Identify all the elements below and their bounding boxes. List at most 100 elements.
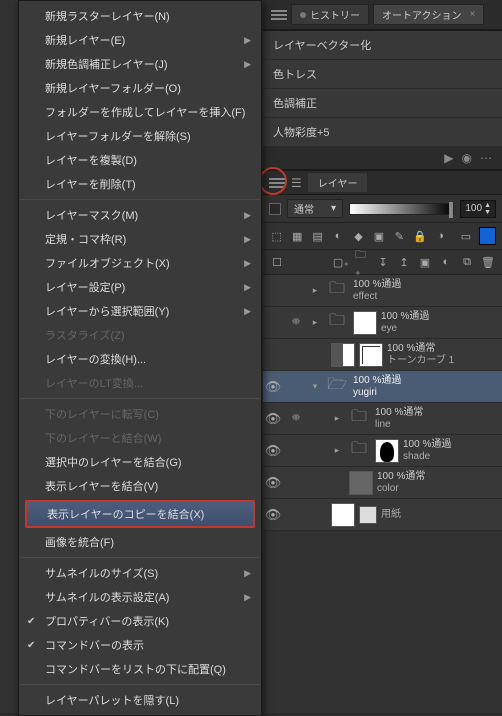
- lighthouse-icon[interactable]: ⛯: [287, 412, 305, 425]
- menu-item[interactable]: 画像を統合(F): [19, 530, 261, 554]
- new-layer-icon[interactable]: ▢₊: [333, 254, 349, 270]
- visibility-icon[interactable]: 👁: [263, 443, 283, 459]
- expand-icon[interactable]: ▸: [309, 285, 321, 296]
- opacity-value[interactable]: 100▲▼: [460, 200, 496, 218]
- tab-autoaction[interactable]: オートアクション×: [373, 4, 484, 25]
- menu-item[interactable]: フォルダーを作成してレイヤーを挿入(F): [19, 100, 261, 124]
- layer-thumb: [353, 311, 377, 335]
- layer-thumb: [331, 503, 355, 527]
- layer-tools-row1: 通常▾ 100▲▼: [263, 195, 502, 223]
- menu-item[interactable]: 新規レイヤー(E)▶: [19, 28, 261, 52]
- submenu-arrow-icon: ▶: [244, 35, 251, 46]
- mask-icon[interactable]: ◐: [330, 228, 345, 244]
- submenu-arrow-icon: ▶: [244, 234, 251, 245]
- tab-layers[interactable]: レイヤー: [308, 173, 368, 192]
- menu-item[interactable]: サムネイルのサイズ(S)▶: [19, 561, 261, 585]
- draft-icon[interactable]: ✎: [392, 228, 407, 244]
- checkbox[interactable]: [269, 203, 281, 215]
- menu-icon[interactable]: [271, 10, 287, 20]
- action-controls: ▶ ◉ ⋯: [263, 147, 502, 170]
- ref-icon[interactable]: ◆: [351, 228, 366, 244]
- menu-item[interactable]: レイヤーを削除(T): [19, 172, 261, 196]
- menu-item[interactable]: 選択中のレイヤーを結合(G): [19, 450, 261, 474]
- close-icon[interactable]: ×: [470, 9, 476, 20]
- light-icon[interactable]: ◑: [433, 228, 448, 244]
- alpha-lock-icon[interactable]: ▤: [310, 228, 325, 244]
- folder-icon: 🗀: [325, 279, 349, 303]
- move-up-icon[interactable]: ↥: [396, 254, 412, 270]
- action-row[interactable]: 人物彩度+5: [263, 118, 502, 147]
- layer-row[interactable]: ⛯ ▸ 🗀 100 %通過eye: [263, 307, 502, 339]
- paper-mask-icon: [359, 506, 377, 524]
- menu-separator: [20, 199, 260, 200]
- record-icon[interactable]: ◉: [462, 151, 472, 165]
- layer-row[interactable]: 👁 用紙: [263, 499, 502, 531]
- menu-item-disabled: 下のレイヤーと結合(W): [19, 426, 261, 450]
- menu-item-checked[interactable]: ✔コマンドバーの表示: [19, 633, 261, 657]
- visibility-icon[interactable]: 👁: [263, 379, 283, 395]
- collapse-icon[interactable]: ▾: [309, 381, 321, 392]
- menu-separator: [20, 398, 260, 399]
- check-icon: ✔: [27, 640, 35, 651]
- clip-below-icon[interactable]: ▣: [371, 228, 386, 244]
- layer-row-selected[interactable]: 👁 ▾ 🗁 100 %通過yugiri: [263, 371, 502, 403]
- folder-icon: 🗀: [347, 439, 371, 463]
- submenu-arrow-icon: ▶: [244, 258, 251, 269]
- new-folder-icon[interactable]: 🗀₊: [354, 254, 370, 270]
- layer-row[interactable]: 👁⛯ ▸ 🗀 100 %通常line: [263, 403, 502, 435]
- layer-row[interactable]: 👁 100 %通常color: [263, 467, 502, 499]
- menu-item[interactable]: レイヤーマスク(M)▶: [19, 203, 261, 227]
- menu-item[interactable]: レイヤー設定(P)▶: [19, 275, 261, 299]
- lighthouse-icon[interactable]: ⛯: [287, 316, 305, 329]
- layer-color-swatch[interactable]: [479, 227, 496, 245]
- duplicate-icon[interactable]: ⧉: [459, 254, 475, 270]
- action-row[interactable]: 色調補正: [263, 89, 502, 118]
- clip-icon[interactable]: ▦: [289, 228, 304, 244]
- blend-mode-select[interactable]: 通常▾: [287, 199, 343, 218]
- menu-item[interactable]: レイヤーフォルダーを解除(S): [19, 124, 261, 148]
- visibility-icon[interactable]: 👁: [263, 475, 283, 491]
- expand-icon[interactable]: ▸: [331, 413, 343, 424]
- menu-item[interactable]: レイヤーの変換(H)...: [19, 347, 261, 371]
- menu-item[interactable]: 新規色調補正レイヤー(J)▶: [19, 52, 261, 76]
- layer-row[interactable]: ▸ 🗀 100 %通過effect: [263, 275, 502, 307]
- action-row[interactable]: 色トレス: [263, 60, 502, 89]
- lock-tool-icon[interactable]: ⬚: [269, 228, 284, 244]
- menu-item[interactable]: 新規ラスターレイヤー(N): [19, 4, 261, 28]
- trash-icon[interactable]: 🗑: [480, 254, 496, 270]
- folder-icon: 🗀: [325, 311, 349, 335]
- menu-item[interactable]: 新規レイヤーフォルダー(O): [19, 76, 261, 100]
- layer-row[interactable]: 100 %通常トーンカーブ 1: [263, 339, 502, 371]
- menu-item[interactable]: 表示レイヤーを結合(V): [19, 474, 261, 498]
- menu-item[interactable]: レイヤーパレットを隠す(L): [19, 688, 261, 712]
- submenu-arrow-icon: ▶: [244, 568, 251, 579]
- layer-panel-tabbar: ☰ レイヤー: [263, 170, 502, 195]
- menu-item[interactable]: レイヤーから選択範囲(Y)▶: [19, 299, 261, 323]
- mask-new-icon[interactable]: ◐: [438, 254, 454, 270]
- layer-row[interactable]: 👁 ▸ 🗀 100 %通過shade: [263, 435, 502, 467]
- menu-item-highlighted[interactable]: 表示レイヤーのコピーを結合(X): [25, 500, 255, 528]
- visibility-icon[interactable]: 👁: [263, 411, 283, 427]
- auto-action-list: レイヤーベクター化 色トレス 色調補正 人物彩度+5: [263, 30, 502, 147]
- menu-item[interactable]: レイヤーを複製(D): [19, 148, 261, 172]
- merge-icon[interactable]: ▣: [417, 254, 433, 270]
- tab-history[interactable]: ヒストリー: [291, 4, 369, 25]
- menu-item[interactable]: 定規・コマ枠(R)▶: [19, 227, 261, 251]
- play-icon[interactable]: ▶: [444, 151, 453, 165]
- lock-icon[interactable]: 🔒: [412, 228, 428, 244]
- visibility-icon[interactable]: 👁: [263, 507, 283, 523]
- expand-icon[interactable]: ▸: [309, 317, 321, 328]
- menu-separator: [20, 557, 260, 558]
- move-down-icon[interactable]: ↧: [375, 254, 391, 270]
- expand-icon[interactable]: ▸: [331, 445, 343, 456]
- menu-item[interactable]: サムネイルの表示設定(A)▶: [19, 585, 261, 609]
- action-row[interactable]: レイヤーベクター化: [263, 31, 502, 60]
- menu-item-checked[interactable]: ✔プロパティバーの表示(K): [19, 609, 261, 633]
- menu-item[interactable]: ファイルオブジェクト(X)▶: [19, 251, 261, 275]
- menu-item[interactable]: コマンドバーをリストの下に配置(Q): [19, 657, 261, 681]
- submenu-arrow-icon: ▶: [244, 592, 251, 603]
- checkbox-icon[interactable]: ☐: [269, 254, 285, 270]
- palette-icon[interactable]: ▭: [458, 228, 473, 244]
- more-icon[interactable]: ⋯: [480, 151, 492, 165]
- opacity-slider[interactable]: [349, 203, 454, 215]
